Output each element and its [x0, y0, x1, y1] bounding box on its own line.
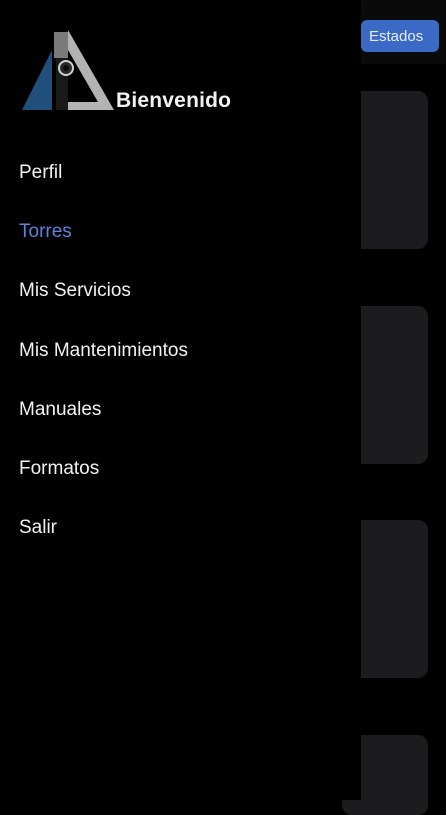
- menu-item-manuales[interactable]: Manuales: [0, 380, 361, 439]
- menu-item-formatos[interactable]: Formatos: [0, 439, 361, 498]
- estados-button[interactable]: Estados: [361, 20, 439, 52]
- menu-item-perfil[interactable]: Perfil: [0, 143, 361, 202]
- navigation-drawer: Bienvenido Perfil Torres Mis Servicios M…: [0, 0, 361, 800]
- menu-item-mis-servicios[interactable]: Mis Servicios: [0, 262, 361, 321]
- drawer-menu: Perfil Torres Mis Servicios Mis Mantenim…: [0, 143, 361, 558]
- menu-item-salir[interactable]: Salir: [0, 499, 361, 558]
- drawer-header: Bienvenido: [0, 0, 361, 130]
- menu-item-mis-mantenimientos[interactable]: Mis Mantenimientos: [0, 321, 361, 380]
- welcome-heading: Bienvenido: [116, 89, 232, 112]
- tower-triangle-logo-icon: [22, 30, 114, 110]
- menu-item-torres[interactable]: Torres: [0, 202, 361, 261]
